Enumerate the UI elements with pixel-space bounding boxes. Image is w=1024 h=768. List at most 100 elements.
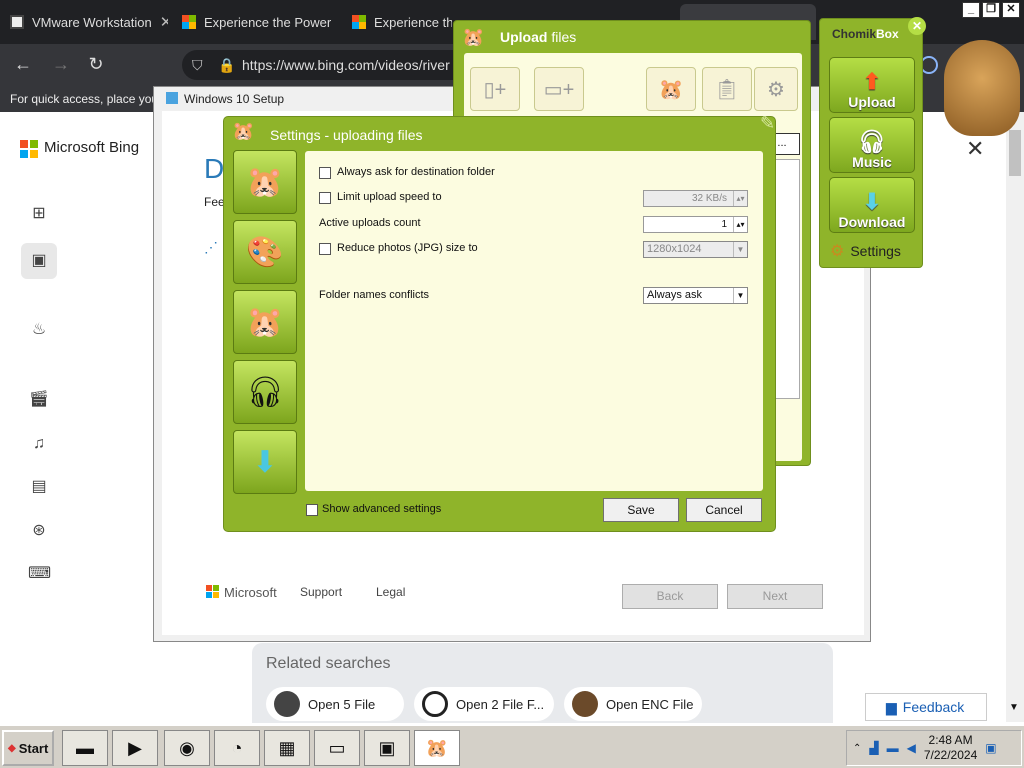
tab-close-icon[interactable]: ✕	[160, 13, 168, 31]
limit-speed-checkbox[interactable]	[319, 192, 331, 204]
clock[interactable]: 2:48 AM 7/22/2024	[924, 733, 977, 763]
tab-close-icon[interactable]: ✕	[339, 13, 340, 31]
related-chip-label: Open 5 File	[308, 696, 376, 712]
photo-size-select[interactable]: 1280x1024 ▼	[643, 241, 748, 258]
folder-conflicts-value: Always ask	[647, 289, 703, 301]
hamster-icon[interactable]: 🐹	[646, 67, 696, 111]
music-icon[interactable]: ♫	[28, 433, 50, 455]
feedback-button[interactable]: ▆ Feedback	[865, 693, 987, 721]
music-button[interactable]: 🎧︎ Music	[829, 117, 915, 173]
hamster-mascot-icon[interactable]	[944, 40, 1020, 136]
firefox-icon[interactable]: ◔	[214, 730, 260, 766]
globe-icon[interactable]: ◉	[164, 730, 210, 766]
related-chip[interactable]: Open 5 File	[266, 687, 404, 721]
tab-label: VMware Workstation	[32, 14, 152, 30]
setup-icon	[166, 92, 178, 104]
tab-vmware[interactable]: VMware Workstation ✕	[0, 8, 168, 36]
active-uploads-stepper[interactable]: 1 ▴▾	[643, 216, 748, 233]
chomikbox-taskbar-icon[interactable]: 🐹	[414, 730, 460, 766]
video-icon[interactable]: ▣	[21, 243, 57, 279]
clock-time: 2:48 AM	[928, 733, 973, 747]
spin-arrows-icon[interactable]: ▴▾	[733, 217, 747, 232]
scrollbar-thumb[interactable]	[1009, 130, 1021, 176]
monitor-icon[interactable]: ▬	[887, 741, 899, 755]
chat-icon: ▆	[886, 698, 897, 715]
chevron-down-icon: ▼	[733, 242, 747, 257]
close-icon[interactable]: ✕	[1002, 2, 1020, 18]
download-button[interactable]: ⬇ Download	[829, 177, 915, 233]
reduce-photos-checkbox[interactable]	[319, 243, 331, 255]
palette-icon: 🎨	[246, 235, 284, 269]
speed-stepper[interactable]: 32 KB/s ▴▾	[643, 190, 748, 207]
reload-icon[interactable]: ↻	[85, 54, 107, 75]
add-folder-icon[interactable]: ▭+	[534, 67, 584, 111]
tray-expand-icon[interactable]: ⌃	[853, 743, 861, 754]
settings-tab-network[interactable]: 🐹	[233, 290, 297, 354]
forward-arrow-icon[interactable]: →	[50, 54, 72, 75]
microsoft-logo-icon	[352, 15, 366, 29]
file-manager-icon[interactable]: ▦	[264, 730, 310, 766]
headphones-icon: 🎧︎	[245, 375, 285, 409]
close-overlay-icon[interactable]: ✕	[966, 136, 984, 162]
settings-tab-music[interactable]: 🎧︎	[233, 360, 297, 424]
settings-tab-upload[interactable]: 🐹	[233, 150, 297, 214]
setup-ms-logo-text: Microsoft	[224, 585, 277, 600]
next-button[interactable]: Next	[727, 584, 823, 609]
bing-logo-text[interactable]: Microsoft Bing	[44, 139, 139, 156]
bookmarks-hint: For quick access, place you	[10, 92, 159, 106]
folder-conflicts-select[interactable]: Always ask ▼	[643, 287, 748, 304]
photo-size-value: 1280x1024	[647, 243, 702, 255]
sports-icon[interactable]: ⊛	[28, 520, 50, 542]
volume-icon[interactable]: ◀	[907, 741, 916, 755]
back-button[interactable]: Back	[622, 584, 718, 609]
related-chip[interactable]: Open ENC File	[564, 687, 702, 721]
show-advanced-checkbox[interactable]	[306, 504, 318, 516]
terminal-icon[interactable]: ▬	[62, 730, 108, 766]
start-button[interactable]: ◆ Start	[2, 730, 54, 766]
minimize-icon[interactable]: _	[962, 2, 980, 18]
always-ask-checkbox[interactable]	[319, 167, 331, 179]
tab-bing-1[interactable]: Experience the Power ✕	[172, 8, 340, 36]
network-icon[interactable]: ▟	[869, 741, 878, 755]
notification-icon[interactable]: ▣	[985, 741, 996, 755]
settings-content: Always ask for destination folder Limit …	[305, 151, 763, 491]
setup-title: Windows 10 Setup	[184, 92, 285, 106]
search-icon[interactable]: ⊞	[28, 203, 50, 225]
vmware-taskbar-icon[interactable]: ▣	[364, 730, 410, 766]
settings-link[interactable]: ⚙ Settings	[830, 241, 901, 261]
hamster-settings-icon: 🐹	[232, 121, 255, 141]
cancel-button[interactable]: Cancel	[686, 498, 762, 522]
computer-icon[interactable]: ▭	[314, 730, 360, 766]
tab-bing-2[interactable]: Experience the	[342, 8, 452, 36]
file-thumbnail-icon	[274, 691, 300, 717]
settings-tab-appearance[interactable]: 🎨	[233, 220, 297, 284]
hamster-upload-tab-icon: 🐹	[246, 165, 284, 199]
page-scrollbar[interactable]: ▼	[1006, 112, 1024, 722]
clock-date: 7/22/2024	[923, 748, 978, 762]
news-icon[interactable]: ▤	[28, 476, 50, 498]
back-arrow-icon[interactable]: ←	[12, 54, 34, 75]
clipboard-add-icon[interactable]: 📋︎	[702, 67, 752, 111]
flame-icon[interactable]: ♨	[28, 319, 50, 341]
gamepad-icon[interactable]: ⌨	[28, 563, 51, 585]
scroll-down-icon[interactable]: ▼	[1009, 702, 1019, 713]
gear-icon[interactable]: ⚙	[754, 67, 798, 111]
legal-link[interactable]: Legal	[376, 585, 405, 599]
upload-button[interactable]: ⬆ Upload	[829, 57, 915, 113]
film-icon[interactable]: 🎬︎	[28, 389, 50, 411]
chomikbox-close-icon[interactable]: ✕	[908, 17, 926, 35]
support-link[interactable]: Support	[300, 585, 342, 599]
media-player-icon[interactable]: ▶	[112, 730, 158, 766]
url-text: https://www.bing.com/videos/river	[242, 57, 450, 73]
settings-title: Settings - uploading files	[270, 127, 423, 143]
save-button[interactable]: Save	[603, 498, 679, 522]
settings-tab-download[interactable]: ⬇	[233, 430, 297, 494]
related-chip[interactable]: Open 2 File F...	[414, 687, 554, 721]
restore-icon[interactable]: ❐	[982, 2, 1000, 18]
active-uploads-label: Active uploads count	[319, 217, 421, 229]
pin-icon[interactable]: ✎	[760, 113, 775, 134]
spin-arrows-icon[interactable]: ▴▾	[733, 191, 747, 206]
tab-label: Experience the	[374, 14, 452, 30]
download-label: Download	[838, 214, 906, 230]
add-file-icon[interactable]: ▯+	[470, 67, 520, 111]
